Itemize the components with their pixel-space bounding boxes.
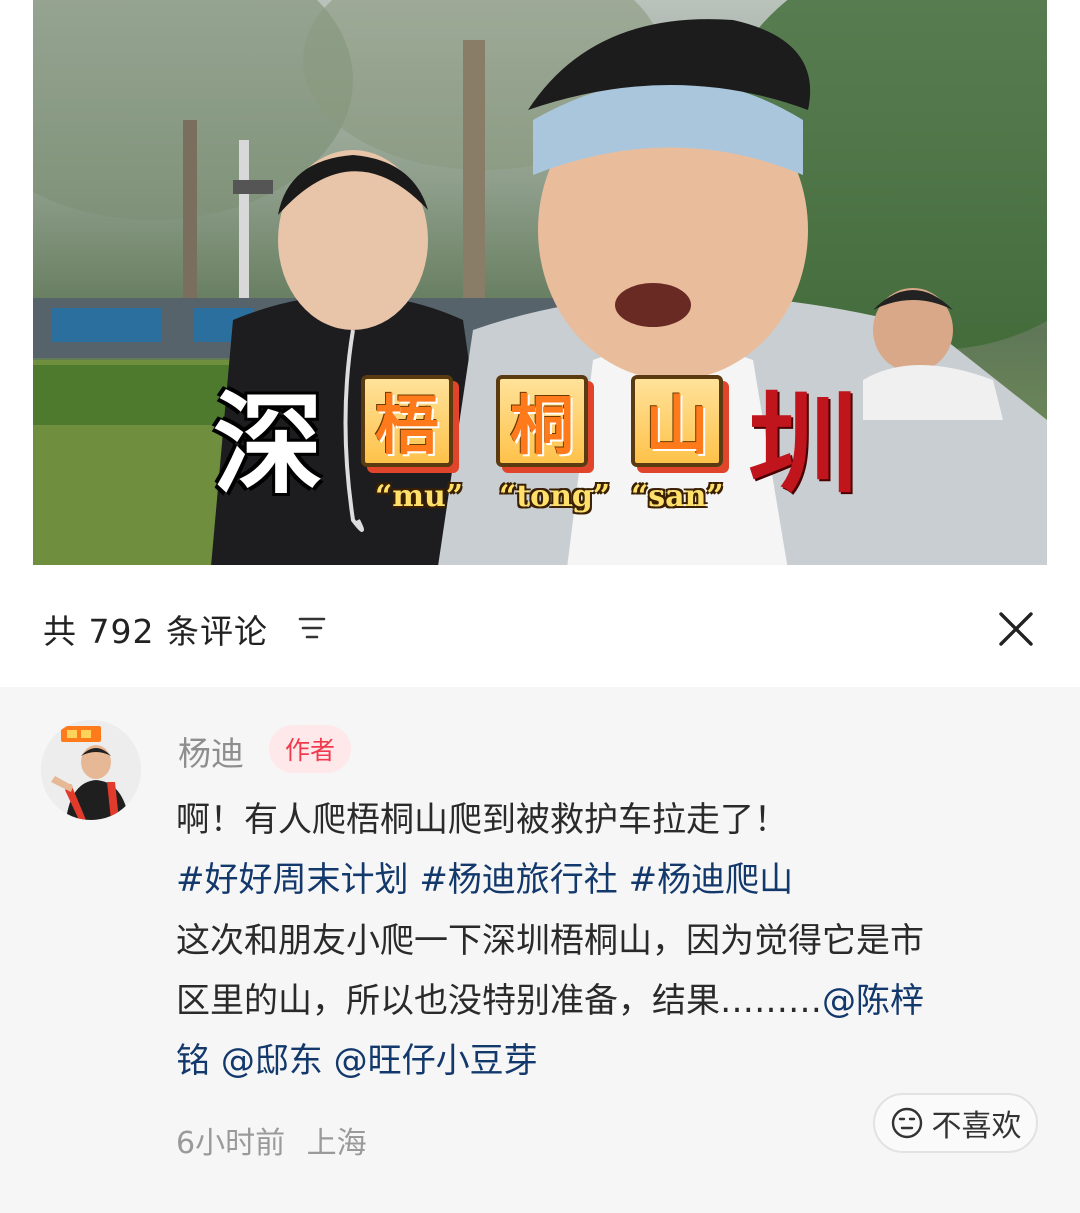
comments-sheet: 共 792 条评论 杨迪 作者 啊！有人爬梧桐山爬到被救护车拉走了！ #好好周末… [0, 565, 1080, 1213]
comment-text-line1: 啊！有人爬梧桐山爬到被救护车拉走了！ [176, 800, 788, 840]
comments-header: 共 792 条评论 [0, 565, 1080, 687]
pinyin-mu: “mu” [375, 479, 464, 514]
comment-text-line5: 铭 @邸东 @旺仔小豆芽 [176, 1033, 538, 1082]
subtitle-char-shan: 山 [631, 375, 723, 467]
dislike-button[interactable]: 不喜欢 [873, 1093, 1038, 1153]
avatar-image [41, 720, 141, 820]
subtitle-char-zhen: 圳 [748, 380, 858, 509]
comment-item[interactable]: 杨迪 作者 啊！有人爬梧桐山爬到被救护车拉走了！ #好好周末计划 #杨迪旅行社 … [0, 687, 1080, 1213]
frown-face-icon [891, 1107, 922, 1139]
mention-link[interactable]: @旺仔小豆芽 [334, 1041, 538, 1081]
comment-location: 上海 [306, 1126, 367, 1161]
video-player[interactable]: 深 梧 桐 山 圳 “mu” “tong” “san” [0, 0, 1080, 600]
pinyin-san: “san” [631, 479, 724, 514]
comment-text-line3: 这次和朋友小爬一下深圳梧桐山，因为觉得它是市 [176, 921, 924, 961]
video-frame[interactable]: 深 梧 桐 山 圳 “mu” “tong” “san” [33, 0, 1047, 600]
mention-link[interactable]: @邸东 [221, 1041, 323, 1081]
subtitle-char-shen: 深 [213, 380, 323, 509]
comment-time: 6小时前 [176, 1126, 286, 1161]
hashtag-link[interactable]: #好好周末计划 [176, 860, 409, 900]
pinyin-tong: “tong” [499, 479, 611, 514]
comment-meta: 6小时前 上海 [176, 1118, 367, 1162]
comment-tags: #好好周末计划 #杨迪旅行社 #杨迪爬山 [176, 852, 793, 901]
sort-lines-icon[interactable] [297, 614, 327, 642]
video-subtitle: 深 梧 桐 山 圳 “mu” “tong” “san” [213, 355, 913, 535]
hashtag-link[interactable]: #杨迪爬山 [629, 860, 794, 900]
author-name[interactable]: 杨迪 [178, 727, 244, 775]
comment-text-segment: 区里的山，所以也没特别准备，结果……… [176, 981, 822, 1021]
subtitle-char-wu: 梧 [361, 375, 453, 467]
author-badge: 作者 [269, 725, 352, 773]
dislike-label: 不喜欢 [931, 1109, 1022, 1144]
mention-link[interactable]: @陈梓 [822, 981, 924, 1021]
subtitle-char-tong: 桐 [496, 375, 588, 467]
mention-link[interactable]: 铭 [176, 1041, 210, 1081]
avatar[interactable] [41, 720, 141, 820]
comment-count-title: 共 792 条评论 [43, 612, 268, 651]
close-icon[interactable] [994, 607, 1038, 651]
comment-text-line4: 区里的山，所以也没特别准备，结果………@陈梓 [176, 973, 924, 1022]
hashtag-link[interactable]: #杨迪旅行社 [419, 860, 618, 900]
